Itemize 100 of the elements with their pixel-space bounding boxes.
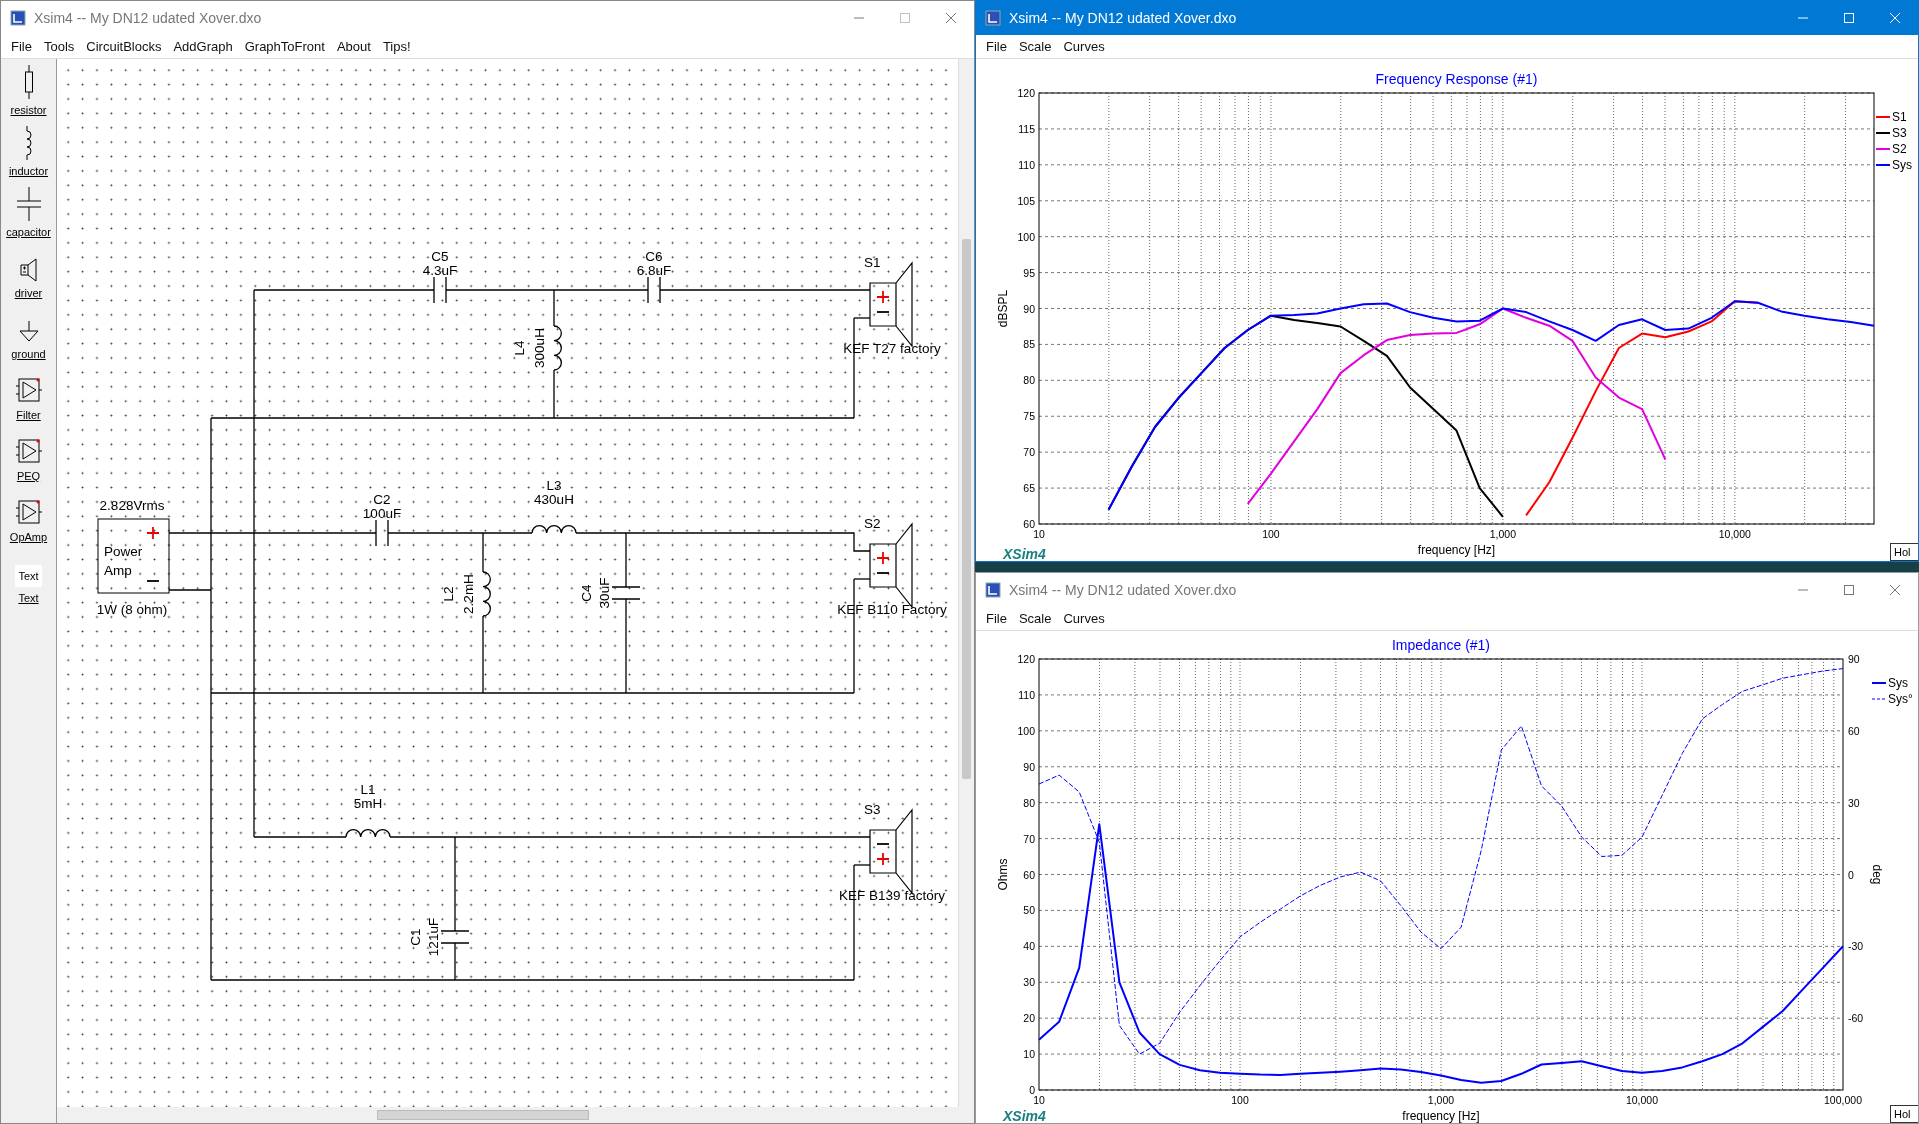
axis-title: dBSPL (996, 289, 1010, 328)
toolbox-item[interactable]: ground (1, 303, 56, 364)
axis-tick-label: 80 (1023, 796, 1035, 809)
amplifier-rating: 1W (8 ohm) (96, 602, 168, 617)
menu-item[interactable]: File (5, 39, 38, 54)
close-icon (1889, 584, 1901, 596)
legend-label: S1 (1892, 110, 1907, 124)
menu-item[interactable]: AddGraph (167, 39, 239, 54)
legend-label: S2 (1892, 142, 1907, 156)
toolbox-label: PEQ (16, 470, 41, 482)
axis-tick-label: 60 (1023, 518, 1035, 530)
axis-tick-label: 110 (1018, 688, 1035, 701)
toolbox-label: Filter (16, 409, 41, 421)
amplifier-block-icon (15, 498, 42, 526)
scrollbar-thumb[interactable] (377, 1110, 589, 1120)
capacitor-symbol (433, 276, 447, 304)
capacitor-symbol (440, 930, 470, 944)
menu-item[interactable]: GraphToFront (238, 39, 331, 54)
component-value: 30uF (596, 577, 612, 609)
component-name: L1 (360, 782, 376, 797)
toolbox-item[interactable]: inductor (1, 120, 56, 181)
component-name: C2 (373, 492, 391, 507)
capacitor-symbol (375, 519, 389, 547)
legend-line (1875, 164, 1891, 166)
toolbox-item[interactable]: Filter (1, 364, 56, 425)
axis-tick-label: 65 (1023, 482, 1035, 495)
filter-block-icon (15, 376, 42, 404)
toolbox-item[interactable]: resistor (1, 59, 56, 120)
axis-tick-label: 70 (1023, 446, 1035, 459)
toolbox-item[interactable]: OpAmp (1, 486, 56, 547)
toolbox-label: OpAmp (9, 531, 48, 543)
toolbox-item[interactable]: PEQ (1, 425, 56, 486)
axis-tick-label: 40 (1023, 940, 1035, 953)
speaker-icon (19, 258, 38, 282)
menu-item[interactable]: File (980, 39, 1013, 54)
axis-title: frequency [Hz] (1417, 543, 1496, 557)
horizontal-scrollbar[interactable] (57, 1107, 958, 1123)
capacitor-symbol (647, 276, 661, 304)
menu-item[interactable]: Tips! (376, 39, 417, 54)
toolbox-label: Text (18, 592, 39, 604)
axis-tick-label: 1,000 (1427, 1094, 1455, 1106)
axis-title: deg (1870, 864, 1884, 885)
toolbox-item[interactable]: driver (1, 242, 56, 303)
toolbox-item[interactable]: capacitor (1, 181, 56, 242)
inductor-symbol (531, 525, 577, 534)
axis-tick-label: 120 (1017, 87, 1035, 99)
toolbox-label: driver (14, 287, 43, 299)
app-logo: XSim4 (1003, 546, 1046, 561)
capacitor-symbol (611, 586, 641, 600)
axis-tick-label: 30 (1848, 796, 1860, 809)
component-name: L2 (440, 586, 456, 602)
axis-tick-label: 1,000 (1489, 528, 1517, 540)
menu-item[interactable]: CircuitBlocks (80, 39, 168, 54)
axis-tick-label: 85 (1023, 338, 1035, 351)
menu-item[interactable]: About (330, 39, 377, 54)
axis-tick-label: 75 (1023, 410, 1035, 423)
window-title: Xsim4 -- My DN12 udated Xover.dxo (34, 10, 262, 26)
maximize-icon (1843, 584, 1855, 596)
inductor-symbol (482, 571, 491, 617)
component-name: C5 (431, 249, 449, 264)
legend-label: Sys (1892, 158, 1912, 172)
menu-item[interactable]: Curves (1057, 39, 1111, 54)
speaker-name: S2 (864, 516, 881, 531)
resistor-icon (23, 65, 34, 99)
close-icon (1889, 12, 1901, 24)
axis-tick-label: 20 (1023, 1012, 1035, 1025)
inductor-symbol (345, 829, 391, 838)
scrollbar-thumb[interactable] (962, 239, 971, 779)
vertical-scrollbar[interactable] (958, 59, 974, 1107)
hold-button[interactable]: Hol (1890, 1105, 1918, 1123)
inductor-icon (24, 126, 33, 160)
ground-icon (18, 321, 39, 343)
close-icon (945, 12, 957, 24)
legend-label: Sys° (1888, 692, 1913, 706)
text-tool-sample: Text (15, 565, 42, 587)
component-value: 5mH (353, 796, 383, 811)
menu-item[interactable]: Tools (37, 39, 81, 54)
axis-tick-label: 100 (1262, 528, 1280, 540)
filter-block-icon (15, 437, 42, 465)
axis-tick-label: 105 (1017, 194, 1035, 207)
amplifier-label: Power (104, 544, 143, 559)
legend-line (1871, 698, 1887, 700)
axis-title: Ohms (996, 858, 1010, 891)
menu-item[interactable]: Scale (1012, 39, 1058, 54)
axis-tick-label: -60 (1848, 1012, 1864, 1025)
menu-item[interactable]: Curves (1057, 611, 1111, 626)
axis-tick-label: 80 (1023, 374, 1035, 387)
maximize-icon (899, 12, 911, 24)
amplifier-label: Amp (104, 563, 132, 578)
speaker-name: S3 (864, 802, 881, 817)
component-name: C1 (407, 928, 423, 946)
amplifier-voltage: 2.828Vrms (99, 498, 165, 513)
toolbox-item[interactable]: Text Text (1, 547, 56, 608)
legend-line (1875, 116, 1891, 118)
component-name: L4 (511, 340, 527, 356)
menu-item[interactable]: File (980, 611, 1013, 626)
axis-tick-label: 110 (1018, 158, 1035, 171)
hold-button[interactable]: Hol (1890, 543, 1918, 561)
component-value: 121uF (425, 917, 441, 957)
menu-item[interactable]: Scale (1012, 611, 1058, 626)
